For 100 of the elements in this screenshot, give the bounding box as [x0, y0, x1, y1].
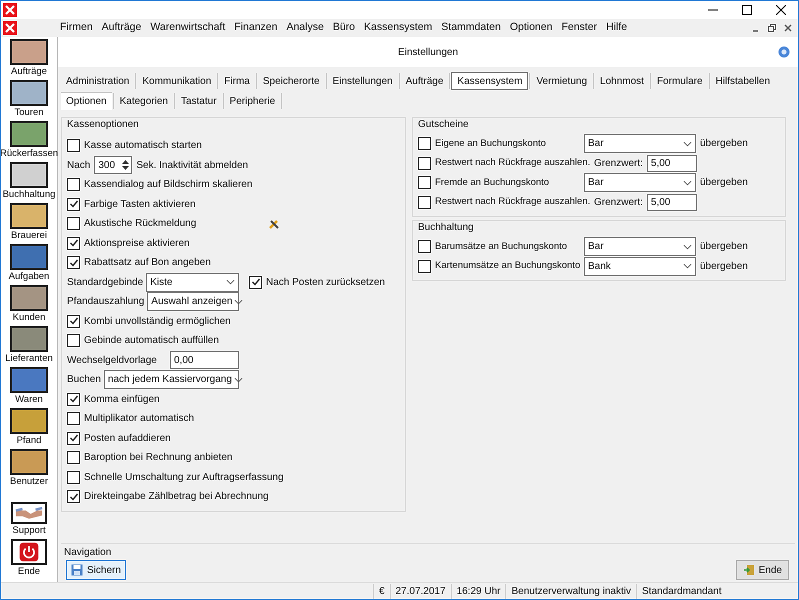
sidebar-item-label[interactable]: Ende	[18, 565, 40, 578]
input-field[interactable]: 5,00	[646, 194, 697, 211]
tab[interactable]: Speicherorte	[258, 72, 325, 90]
menu-item[interactable]: Büro	[332, 20, 356, 36]
input-field[interactable]: 5,00	[646, 154, 697, 172]
thumbnail-placeholder	[10, 39, 48, 65]
sidebar-item-label[interactable]: Rückerfassen	[1, 147, 58, 160]
thumbnail-placeholder	[10, 449, 48, 475]
status-text: 16:29 Uhr	[450, 584, 506, 598]
menu-item[interactable]: Finanzen	[234, 20, 278, 36]
checkbox[interactable]	[67, 198, 80, 211]
checkbox[interactable]	[67, 392, 80, 406]
tab[interactable]: Einstellungen	[328, 72, 398, 90]
menu-item[interactable]: Analyse	[286, 20, 324, 36]
tab[interactable]: Peripherie	[224, 92, 280, 110]
sidebar-item-label[interactable]: Pfand	[16, 434, 42, 447]
menu-item[interactable]: Stammdaten	[441, 20, 501, 36]
checkbox[interactable]	[67, 236, 80, 250]
sidebar-item-label[interactable]: Support	[12, 524, 46, 537]
menu-item[interactable]: Aufträge	[102, 20, 142, 36]
option-label: Gebinde automatisch auffüllen	[84, 334, 219, 348]
checkbox[interactable]	[67, 314, 80, 328]
close-icon[interactable]	[784, 24, 792, 32]
checkbox[interactable]	[67, 334, 80, 348]
checkbox[interactable]	[418, 260, 431, 273]
menu-item[interactable]: Firmen	[60, 20, 93, 36]
sidebar-item-label[interactable]: Brauerei	[11, 229, 47, 242]
checkbox[interactable]	[418, 196, 431, 209]
spinner-arrows-icon	[121, 159, 130, 172]
sidebar-item-label[interactable]: Aufträge	[11, 65, 47, 78]
checkbox[interactable]	[67, 451, 80, 464]
group-title: Buchhaltung	[418, 221, 475, 235]
door-exit-icon	[742, 564, 755, 576]
sidebar-item-label[interactable]: Benutzer	[10, 475, 48, 488]
option-label: Farbige Tasten aktivieren	[84, 198, 196, 212]
checkbox[interactable]	[67, 432, 80, 445]
option-label: Standardgebinde	[67, 276, 144, 290]
option-label: Fremde an Buchungskonto	[435, 176, 550, 190]
option-label: übergeben	[700, 176, 748, 190]
menu-item[interactable]: Optionen	[510, 20, 552, 36]
dropdown[interactable]: Bar	[584, 173, 696, 192]
checkbox[interactable]	[67, 470, 80, 484]
checkbox[interactable]	[418, 240, 431, 254]
menu-item[interactable]: Fenster	[561, 20, 598, 36]
sidebar-item-label[interactable]: Kunden	[12, 311, 46, 324]
power-icon	[11, 539, 47, 565]
option-label: Sek. Inaktivität abmelden	[136, 158, 248, 173]
option-label: Direkteingabe Zählbetrag bei Abrechnung	[84, 490, 269, 504]
sidebar-item-label[interactable]: Buchhaltung	[2, 188, 56, 201]
checkbox[interactable]	[418, 137, 431, 150]
checkbox[interactable]	[67, 217, 80, 230]
input-field[interactable]: 0,00	[170, 351, 239, 370]
tab[interactable]: Lohnmost	[595, 72, 649, 90]
thumbnail-placeholder	[10, 244, 48, 270]
menu-item[interactable]: Kassensystem	[364, 20, 432, 36]
option-label: übergeben	[700, 240, 748, 254]
tab[interactable]: Tastatur	[176, 92, 222, 110]
checkbox[interactable]	[249, 276, 262, 289]
status-text: Standardmandant	[636, 584, 784, 598]
option-label: Nach	[67, 158, 90, 173]
tab[interactable]: Optionen	[61, 92, 112, 110]
exit-button[interactable]: Ende	[736, 560, 789, 580]
dropdown[interactable]: Bar	[584, 237, 696, 256]
checkbox[interactable]	[418, 156, 431, 170]
option-label: Buchen	[67, 373, 101, 388]
tab[interactable]: Hilfstabellen	[710, 72, 776, 90]
sidebar-item-label[interactable]: Touren	[14, 106, 44, 119]
tab[interactable]: Aufträge	[400, 72, 448, 90]
tab[interactable]: Firma	[219, 72, 255, 90]
checkbox[interactable]	[67, 139, 80, 152]
checkbox[interactable]	[418, 176, 431, 190]
save-button[interactable]: Sichern	[66, 560, 126, 580]
tab[interactable]: Kommunikation	[137, 72, 216, 90]
dropdown[interactable]: Bar	[584, 134, 696, 154]
tab[interactable]: Formulare	[652, 72, 708, 90]
checkbox[interactable]	[67, 178, 80, 192]
close-icon[interactable]	[776, 5, 786, 15]
tab[interactable]: Kategorien	[114, 92, 173, 110]
restore-icon[interactable]	[768, 24, 776, 32]
number-spinner[interactable]: 300	[94, 156, 132, 174]
sidebar-item-label[interactable]: Waren	[15, 393, 43, 406]
checkbox[interactable]	[67, 490, 80, 504]
tab[interactable]: Kassensystem	[451, 72, 528, 90]
dropdown[interactable]: Bank	[584, 256, 696, 276]
sidebar-item-label[interactable]: Lieferanten	[5, 352, 53, 365]
thumbnail-placeholder	[10, 203, 48, 229]
checkbox[interactable]	[67, 256, 80, 270]
dropdown[interactable]: Kiste	[146, 272, 239, 292]
option-label: übergeben	[700, 137, 748, 152]
menu-item[interactable]: Hilfe	[606, 20, 628, 36]
menu-item[interactable]: Warenwirtschaft	[150, 20, 226, 36]
tab[interactable]: Vermietung	[531, 72, 592, 90]
maximize-icon[interactable]	[742, 5, 752, 15]
checkbox[interactable]	[67, 412, 80, 426]
option-label: Multiplikator automatisch	[84, 412, 194, 426]
help-icon[interactable]	[778, 46, 790, 58]
tab[interactable]: Administration	[61, 72, 134, 90]
option-label: Nach Posten zurücksetzen	[266, 276, 385, 290]
sidebar-item-label[interactable]: Aufgaben	[8, 270, 50, 283]
chevron-down-icon	[683, 263, 692, 270]
